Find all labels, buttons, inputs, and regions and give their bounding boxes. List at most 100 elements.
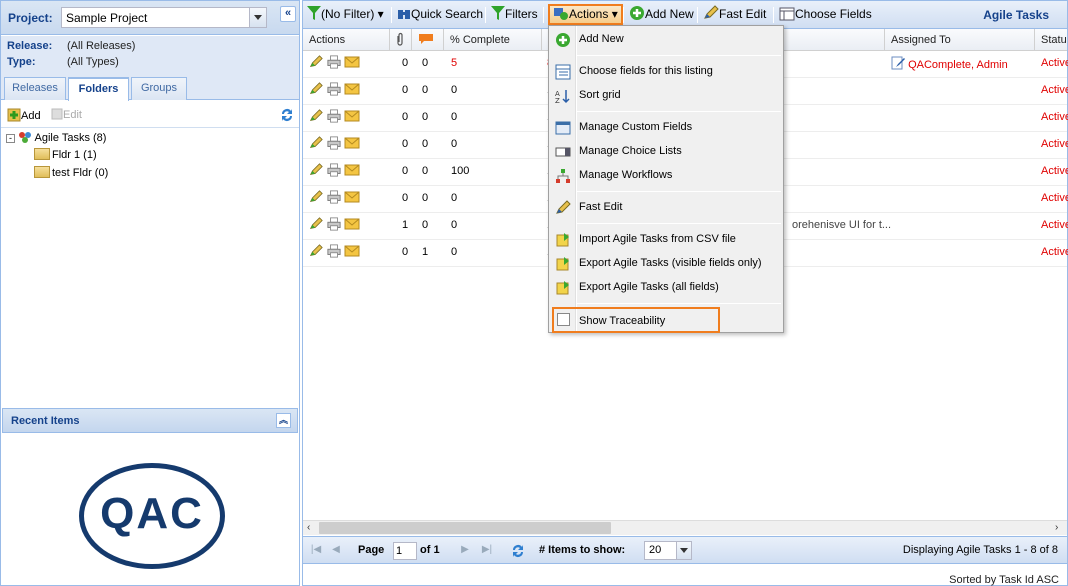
tab-groups[interactable]: Groups [131,77,187,100]
column-attachments[interactable] [390,29,412,51]
quick-search-button[interactable]: Quick Search [397,4,483,25]
column-actions[interactable]: Actions [303,29,390,51]
print-icon[interactable] [326,190,342,204]
menu-item-manage-workflows[interactable]: Manage Workflows [549,165,783,187]
edit-icon[interactable] [308,217,324,231]
menu-item-choose-fields[interactable]: Choose fields for this listing [549,61,783,83]
tree-item-fldr-1[interactable]: Fldr 1 (1) [34,148,97,161]
email-icon[interactable] [344,244,360,258]
edit-icon[interactable] [308,55,324,69]
print-icon[interactable] [326,217,342,231]
filter-icon [307,6,321,20]
add-new-button[interactable]: Add New [629,4,694,25]
print-icon[interactable] [326,82,342,96]
actions-button[interactable]: Actions ▾ [548,4,623,25]
page-title: Agile Tasks [983,8,1049,22]
scroll-thumb[interactable] [319,522,611,534]
menu-item-sort-grid[interactable]: AZ Sort grid [549,85,783,107]
prev-page-icon[interactable]: ◀ [329,543,343,557]
assigned-to-cell[interactable]: QAComplete, Admin [891,56,1008,71]
import-icon [556,233,569,247]
collapse-panel-button[interactable]: « [280,6,296,22]
checkbox-icon[interactable] [557,313,570,326]
menu-item-import-csv[interactable]: Import Agile Tasks from CSV file [549,229,783,251]
print-icon[interactable] [326,163,342,177]
last-page-icon[interactable]: ▶| [480,543,494,557]
folder-icon [34,166,50,178]
collapse-icon[interactable]: - [6,134,15,143]
column-comments[interactable] [412,29,444,51]
email-icon[interactable] [344,109,360,123]
refresh-icon[interactable] [279,107,295,123]
print-icon[interactable] [326,109,342,123]
expand-up-icon[interactable]: ︽ [276,413,291,428]
tree-item-test-fldr[interactable]: test Fldr (0) [34,166,108,179]
email-icon[interactable] [344,82,360,96]
items-to-show-value: 20 [649,544,662,556]
type-value[interactable]: (All Types) [67,56,119,68]
email-icon[interactable] [344,190,360,204]
menu-item-export-visible[interactable]: Export Agile Tasks (visible fields only) [549,253,783,275]
attachment-count: 0 [402,165,409,177]
email-icon[interactable] [344,136,360,150]
project-bar: Project: Sample Project « [1,1,299,35]
row-actions [308,82,364,100]
filters-button[interactable]: Filters [491,4,538,25]
page-input[interactable]: 1 [393,542,417,560]
attachment-count: 0 [402,192,409,204]
menu-item-label: Show Traceability [579,315,666,327]
print-icon[interactable] [326,55,342,69]
edit-folder-button[interactable]: Edit [51,108,82,121]
print-icon[interactable] [326,244,342,258]
tree-item-label: test Fldr (0) [52,167,109,179]
horizontal-scrollbar[interactable]: ‹ › [303,520,1067,535]
scroll-right-icon[interactable]: › [1055,522,1058,533]
email-icon[interactable] [344,55,360,69]
refresh-icon[interactable] [510,543,526,559]
pager: |◀ ◀ Page 1 of 1 ▶ ▶| # Items to show: 2… [303,536,1067,564]
edit-icon[interactable] [308,109,324,123]
comment-count: 0 [422,138,429,150]
edit-icon[interactable] [308,190,324,204]
assigned-to-name: QAComplete, Admin [908,59,1008,71]
next-page-icon[interactable]: ▶ [458,543,472,557]
column-assigned-to[interactable]: Assigned To [885,29,1035,51]
tab-releases[interactable]: Releases [4,77,66,100]
tree-root[interactable]: - Agile Tasks (8) [6,130,106,144]
menu-item-show-traceability[interactable]: Show Traceability [552,307,720,333]
column-pct-complete[interactable]: % Complete [444,29,542,51]
project-select[interactable]: Sample Project [61,7,267,28]
row-actions [308,136,364,154]
chevron-down-icon[interactable] [249,8,266,27]
filter-dropdown[interactable]: (No Filter) ▾ [307,4,384,25]
edit-icon[interactable] [308,136,324,150]
edit-icon[interactable] [308,244,324,258]
fast-edit-button[interactable]: Fast Edit [703,4,766,25]
menu-item-add-new[interactable]: Add New [549,29,783,51]
actions-label: Actions [569,7,609,21]
email-icon[interactable] [344,217,360,231]
menu-item-manage-choice-lists[interactable]: Manage Choice Lists [549,141,783,163]
choose-fields-icon [555,64,571,80]
menu-item-manage-custom-fields[interactable]: Manage Custom Fields [549,117,783,139]
chevron-down-icon[interactable] [676,542,691,559]
pencil-icon [704,5,719,19]
add-folder-button[interactable]: Add [7,108,41,122]
email-icon[interactable] [344,163,360,177]
row-actions [308,163,364,181]
release-value[interactable]: (All Releases) [67,40,135,52]
choose-fields-button[interactable]: Choose Fields [779,4,872,25]
edit-icon[interactable] [308,163,324,177]
tab-folders[interactable]: Folders [68,77,129,101]
status-badge: Active [1041,192,1068,204]
print-icon[interactable] [326,136,342,150]
first-page-icon[interactable]: |◀ [309,543,323,557]
menu-item-fast-edit[interactable]: Fast Edit [549,197,783,219]
column-status[interactable]: Status [1035,29,1067,51]
items-to-show-select[interactable]: 20 [644,541,692,560]
add-icon [7,108,21,122]
edit-icon[interactable] [308,82,324,96]
quick-search-label: Quick Search [411,7,484,21]
scroll-left-icon[interactable]: ‹ [307,522,310,533]
menu-item-export-all[interactable]: Export Agile Tasks (all fields) [549,277,783,299]
